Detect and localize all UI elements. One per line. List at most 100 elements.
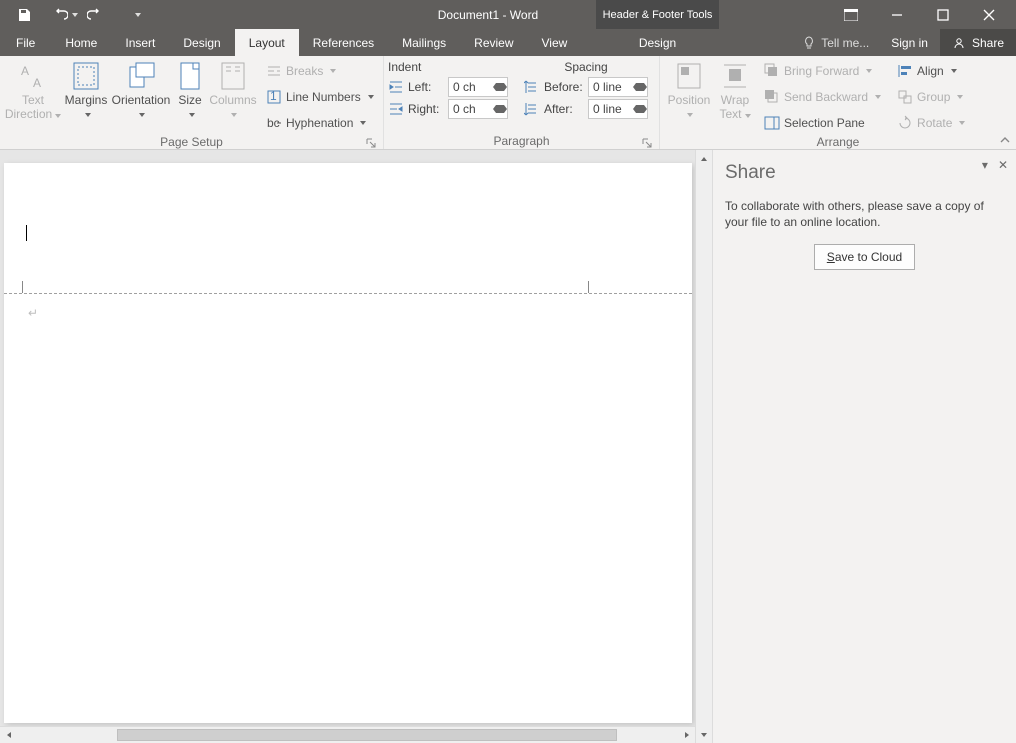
collapse-ribbon-button[interactable] bbox=[998, 133, 1012, 147]
selection-pane-button[interactable]: Selection Pane bbox=[760, 112, 885, 134]
save-button[interactable] bbox=[12, 3, 36, 27]
indent-heading: Indent bbox=[388, 60, 508, 76]
header-region[interactable] bbox=[4, 163, 692, 293]
group-icon bbox=[897, 89, 913, 105]
spacing-before-down[interactable] bbox=[633, 87, 647, 96]
send-backward-label: Send Backward bbox=[784, 90, 868, 104]
tab-home[interactable]: Home bbox=[51, 29, 111, 56]
hscroll-right-button[interactable] bbox=[678, 727, 695, 743]
paragraph-dialog-launcher[interactable] bbox=[641, 137, 653, 149]
hscroll-track[interactable] bbox=[17, 727, 678, 743]
orientation-button[interactable]: Orientation bbox=[110, 58, 172, 121]
hscroll-thumb[interactable] bbox=[117, 729, 617, 741]
size-label: Size bbox=[178, 93, 201, 107]
margins-button[interactable]: Margins bbox=[62, 58, 110, 121]
spacing-heading: Spacing bbox=[524, 60, 648, 76]
save-to-cloud-accesskey: S bbox=[827, 250, 835, 264]
spacing-before-spinner[interactable] bbox=[588, 77, 648, 97]
tab-layout[interactable]: Layout bbox=[235, 29, 299, 56]
spacing-after-down[interactable] bbox=[633, 109, 647, 118]
qat-customize-button[interactable] bbox=[124, 3, 148, 27]
close-button[interactable] bbox=[966, 0, 1012, 29]
bring-forward-icon bbox=[764, 63, 780, 79]
indent-left-spinner[interactable] bbox=[448, 77, 508, 97]
align-button[interactable]: Align bbox=[893, 60, 969, 82]
paragraph-mark: ↵ bbox=[28, 306, 38, 320]
tab-references[interactable]: References bbox=[299, 29, 388, 56]
breaks-button: Breaks bbox=[262, 60, 378, 82]
tab-insert[interactable]: Insert bbox=[111, 29, 169, 56]
svg-text:A: A bbox=[21, 64, 29, 78]
indent-right-label: Right: bbox=[408, 102, 444, 116]
selection-pane-label: Selection Pane bbox=[784, 116, 865, 130]
tab-contextual-design[interactable]: Design bbox=[596, 29, 719, 56]
spacing-after-up[interactable] bbox=[633, 100, 647, 109]
columns-label: Columns bbox=[209, 93, 256, 107]
indent-right-input[interactable] bbox=[449, 100, 493, 118]
spacing-before-label: Before: bbox=[544, 80, 584, 94]
indent-left-label: Left: bbox=[408, 80, 444, 94]
breaks-label: Breaks bbox=[286, 64, 323, 78]
group-paragraph: Indent Spacing Left: Before: bbox=[384, 56, 660, 149]
rotate-button: Rotate bbox=[893, 112, 969, 134]
indent-right-spinner[interactable] bbox=[448, 99, 508, 119]
maximize-icon bbox=[937, 9, 949, 21]
indent-right-up[interactable] bbox=[493, 100, 507, 109]
save-to-cloud-button[interactable]: Save to Cloud bbox=[814, 244, 915, 270]
spacing-before-up[interactable] bbox=[633, 78, 647, 87]
spacing-after-icon bbox=[524, 101, 540, 117]
tell-me-search[interactable]: Tell me... bbox=[793, 29, 879, 56]
spacing-after-spinner[interactable] bbox=[588, 99, 648, 119]
tab-view[interactable]: View bbox=[528, 29, 582, 56]
bring-forward-label: Bring Forward bbox=[784, 64, 859, 78]
text-direction-button: AA Text Direction bbox=[4, 58, 62, 122]
header-margin-tick-left bbox=[22, 281, 23, 293]
hscroll-left-button[interactable] bbox=[0, 727, 17, 743]
columns-icon bbox=[217, 60, 249, 92]
document-area[interactable]: ↵ bbox=[0, 150, 695, 743]
page[interactable]: ↵ bbox=[4, 163, 692, 723]
hyphenation-button[interactable]: bc Hyphenation bbox=[262, 112, 378, 134]
pane-options-button[interactable]: ▾ bbox=[982, 158, 988, 172]
tab-design[interactable]: Design bbox=[169, 29, 234, 56]
spacing-after-input[interactable] bbox=[589, 100, 633, 118]
indent-left-down[interactable] bbox=[493, 87, 507, 96]
undo-button[interactable] bbox=[54, 3, 78, 27]
line-numbers-button[interactable]: 1 Line Numbers bbox=[262, 86, 378, 108]
pane-close-button[interactable]: ✕ bbox=[998, 158, 1008, 172]
horizontal-scrollbar[interactable] bbox=[0, 726, 695, 743]
size-button[interactable]: Size bbox=[172, 58, 208, 121]
sign-in-button[interactable]: Sign in bbox=[879, 29, 940, 56]
tab-mailings[interactable]: Mailings bbox=[388, 29, 460, 56]
indent-left-up[interactable] bbox=[493, 78, 507, 87]
breaks-icon bbox=[266, 63, 282, 79]
share-button[interactable]: Share bbox=[940, 29, 1016, 56]
tab-file[interactable]: File bbox=[0, 29, 51, 56]
size-icon bbox=[174, 60, 206, 92]
spacing-after-label: After: bbox=[544, 102, 584, 116]
minimize-button[interactable] bbox=[874, 0, 920, 29]
indent-left-input[interactable] bbox=[449, 78, 493, 96]
vscroll-down-button[interactable] bbox=[696, 726, 712, 743]
spacing-before-input[interactable] bbox=[589, 78, 633, 96]
ribbon-display-options-button[interactable] bbox=[828, 0, 874, 29]
page-setup-dialog-launcher[interactable] bbox=[365, 137, 377, 149]
tab-review[interactable]: Review bbox=[460, 29, 527, 56]
share-icon bbox=[952, 36, 966, 50]
text-direction-label: Text Direction bbox=[5, 93, 52, 121]
ribbon: AA Text Direction Margins Orientation Si… bbox=[0, 56, 1016, 150]
ribbon-display-icon bbox=[844, 9, 858, 21]
redo-button[interactable] bbox=[82, 3, 106, 27]
vertical-scrollbar[interactable] bbox=[695, 150, 712, 743]
tell-me-placeholder: Tell me... bbox=[821, 36, 869, 50]
arrange-group-label: Arrange bbox=[817, 135, 860, 149]
ribbon-tabstrip: File Home Insert Design Layout Reference… bbox=[0, 29, 1016, 56]
vscroll-up-button[interactable] bbox=[696, 150, 712, 167]
indent-right-down[interactable] bbox=[493, 109, 507, 118]
wrap-text-icon bbox=[719, 60, 751, 92]
maximize-button[interactable] bbox=[920, 0, 966, 29]
svg-text:A: A bbox=[33, 76, 41, 90]
margins-icon bbox=[70, 60, 102, 92]
columns-button: Columns bbox=[208, 58, 258, 121]
group-arrange: Position Wrap Text Bring Forward Send Ba… bbox=[660, 56, 1016, 149]
